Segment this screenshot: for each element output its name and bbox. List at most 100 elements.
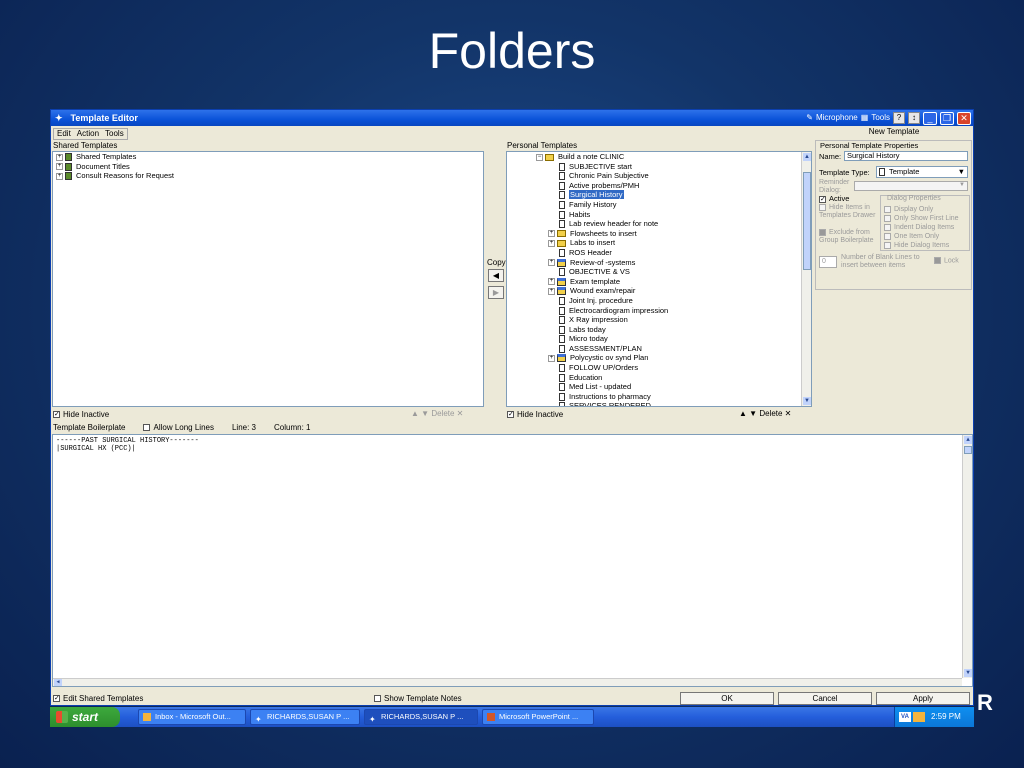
menu-action[interactable]: Action	[77, 129, 99, 139]
checkbox[interactable]	[884, 232, 891, 240]
dialog-option[interactable]: Only Show First Line	[884, 214, 959, 223]
editor-scrollbar[interactable]: ▲ ▼	[962, 435, 972, 678]
shared-templates-tree[interactable]: + Shared Templates + Document Titles + Cons…	[52, 151, 484, 407]
name-field[interactable]: Surgical History	[844, 151, 968, 161]
tree-item[interactable]: ROS Header	[536, 248, 811, 258]
tree-item-consult-reasons[interactable]: + Consult Reasons for Request	[56, 171, 480, 181]
checkbox[interactable]	[934, 257, 941, 264]
expand-icon[interactable]: +	[56, 153, 63, 161]
show-notes-checkbox[interactable]: Show Template Notes	[374, 694, 462, 704]
scroll-thumb[interactable]	[964, 446, 972, 454]
hide-items-checkbox[interactable]: Hide Items in Templates Drawer	[819, 204, 877, 220]
allow-long-lines-checkbox[interactable]: Allow Long Lines	[143, 423, 214, 433]
checkbox[interactable]	[374, 695, 381, 703]
checkbox[interactable]	[143, 424, 151, 432]
maximize-button[interactable]: ❐	[940, 111, 954, 125]
dialog-option[interactable]: One Item Only	[884, 232, 959, 241]
exclude-checkbox[interactable]: Exclude from Group Boilerplate	[819, 229, 877, 245]
expand-icon[interactable]: +	[548, 287, 555, 295]
tree-item[interactable]: Lab review header for note	[536, 219, 811, 229]
expand-icon[interactable]: +	[548, 354, 555, 362]
tree-item[interactable]: Joint Inj. procedure	[536, 296, 811, 306]
expand-icon[interactable]: +	[548, 259, 555, 267]
scroll-up-icon[interactable]: ▲	[964, 436, 972, 444]
checkbox[interactable]: ✓	[819, 195, 826, 203]
task-richards-1[interactable]: ✦ RICHARDS,SUSAN P ...	[250, 709, 360, 725]
ok-button[interactable]: OK	[680, 692, 774, 705]
tree-item[interactable]: FOLLOW UP/Orders	[536, 363, 811, 373]
dialog-option[interactable]: Display Only	[884, 205, 959, 214]
checkbox[interactable]: ✓	[53, 411, 60, 419]
expand-icon[interactable]: +	[56, 163, 63, 171]
checkbox[interactable]	[884, 223, 891, 231]
outlook-tray-icon[interactable]	[913, 712, 925, 722]
expand-icon[interactable]: +	[56, 172, 63, 180]
task-inbox[interactable]: Inbox - Microsoft Out...	[138, 709, 246, 725]
chevron-down-icon[interactable]: ▼	[958, 167, 965, 177]
move-up-icon[interactable]: ▲	[739, 409, 747, 418]
tree-item[interactable]: + Exam template	[536, 277, 811, 287]
dialog-option[interactable]: Hide Dialog Items	[884, 241, 959, 250]
shared-delete-button[interactable]: Delete	[431, 409, 454, 418]
personal-tree-scrollbar[interactable]: ▲ ▼	[801, 152, 811, 406]
blank-lines-stepper[interactable]: 0	[819, 256, 837, 268]
tree-item-document-titles[interactable]: + Document Titles	[56, 162, 480, 172]
checkbox[interactable]: ✓	[507, 411, 514, 419]
tree-item[interactable]: + Review-of -systems	[536, 258, 811, 268]
tree-item[interactable]: Med List - updated	[536, 382, 811, 392]
scroll-left-icon[interactable]: ◀	[54, 679, 62, 686]
tree-item-root[interactable]: − Build a note CLINIC	[536, 152, 811, 162]
reminder-dialog-select[interactable]: ▼	[854, 181, 968, 191]
tree-item[interactable]: Active probems/PMH	[536, 181, 811, 191]
personal-templates-tree[interactable]: − Build a note CLINIC SUBJECTIVE start Chr…	[506, 151, 812, 407]
tree-item[interactable]: Electrocardiogram impression	[536, 306, 811, 316]
title-bar[interactable]: ✦ Template Editor ✎ Microphone ▦ Tools ?…	[51, 110, 973, 126]
expand-icon[interactable]: +	[548, 278, 555, 286]
task-richards-2[interactable]: ✦ RICHARDS,SUSAN P ...	[364, 709, 478, 725]
scroll-down-icon[interactable]: ▼	[964, 669, 972, 677]
tree-item[interactable]: Family History	[536, 200, 811, 210]
task-powerpoint[interactable]: Microsoft PowerPoint ...	[482, 709, 594, 725]
sort-icon[interactable]: ↕	[908, 112, 920, 124]
active-checkbox[interactable]: ✓ Active	[819, 194, 849, 203]
copy-right-button[interactable]: ▶	[488, 286, 504, 299]
move-down-icon[interactable]: ▼	[749, 409, 757, 418]
tree-item[interactable]: Micro today	[536, 334, 811, 344]
tools-label[interactable]: Tools	[871, 110, 890, 126]
checkbox[interactable]	[819, 204, 826, 211]
new-template-button[interactable]: New Template	[815, 127, 973, 139]
edit-shared-checkbox[interactable]: ✓ Edit Shared Templates	[53, 694, 143, 704]
apply-button[interactable]: Apply	[876, 692, 970, 705]
checkbox[interactable]: ✓	[53, 695, 60, 703]
chevron-down-icon[interactable]: ▼	[959, 182, 965, 188]
lock-checkbox[interactable]: Lock	[934, 257, 959, 264]
close-button[interactable]: ✕	[957, 111, 971, 125]
start-button[interactable]: start	[50, 707, 120, 727]
editor-hscrollbar[interactable]: ◀	[53, 678, 962, 686]
tree-item-shared-templates[interactable]: + Shared Templates	[56, 152, 480, 162]
move-down-icon[interactable]: ▼	[421, 409, 429, 418]
delete-x-icon[interactable]: ✕	[457, 409, 464, 418]
checkbox[interactable]	[884, 214, 891, 222]
tree-item[interactable]: OBJECTIVE & VS	[536, 267, 811, 277]
scroll-down-icon[interactable]: ▼	[803, 397, 811, 405]
shared-hide-inactive[interactable]: ✓ Hide Inactive	[53, 410, 109, 420]
copy-left-button[interactable]: ◀	[488, 269, 504, 282]
help-icon[interactable]: ?	[893, 112, 905, 124]
tree-item[interactable]: Instructions to pharmacy	[536, 392, 811, 402]
tree-item[interactable]: Labs today	[536, 325, 811, 335]
tree-item[interactable]: Surgical History	[536, 190, 811, 200]
checkbox[interactable]	[819, 229, 826, 236]
va-icon[interactable]: VA	[899, 712, 911, 722]
tree-item[interactable]: + Polycystic ov synd Plan	[536, 353, 811, 363]
checkbox[interactable]	[884, 205, 891, 213]
tree-item[interactable]: SERVICES RENDERED	[536, 401, 811, 406]
minimize-button[interactable]: _	[923, 111, 937, 125]
tree-item[interactable]: SUBJECTIVE start	[536, 162, 811, 172]
cancel-button[interactable]: Cancel	[778, 692, 872, 705]
tree-item[interactable]: ASSESSMENT/PLAN	[536, 344, 811, 354]
boilerplate-editor[interactable]: ------PAST SURGICAL HISTORY------- |SURG…	[52, 434, 973, 687]
expand-icon[interactable]: +	[548, 239, 555, 247]
personal-hide-inactive[interactable]: ✓ Hide Inactive	[507, 410, 563, 420]
tree-item[interactable]: Habits	[536, 210, 811, 220]
